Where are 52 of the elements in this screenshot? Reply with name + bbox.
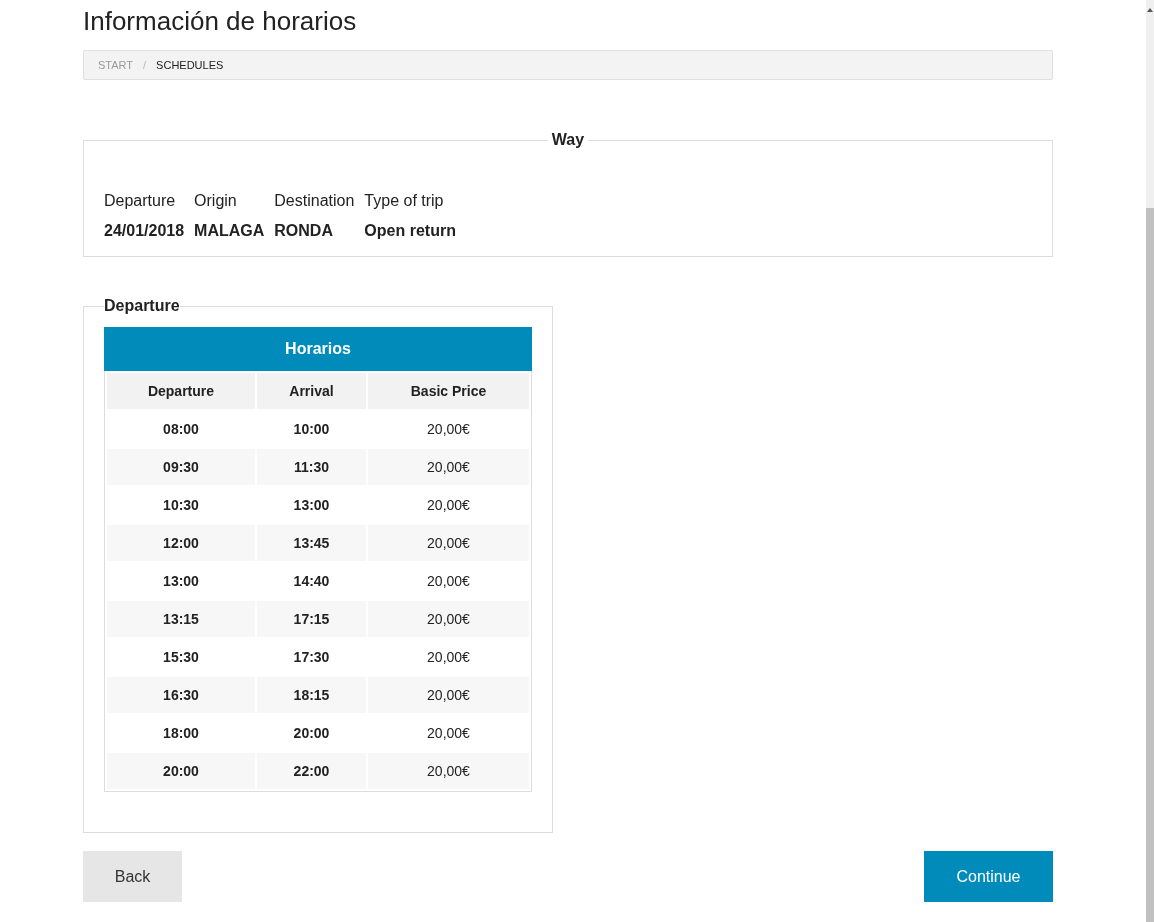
- table-cell: 12:00: [107, 525, 255, 561]
- table-cell-text: 17:30: [292, 648, 331, 667]
- table-cell-text: 08:00: [162, 420, 200, 439]
- column-header: Basic Price: [368, 373, 529, 409]
- table-cell-text: 13:00: [162, 572, 200, 591]
- field-value: 24/01/2018: [104, 222, 185, 240]
- continue-button[interactable]: Continue: [924, 851, 1053, 902]
- breadcrumb-current: SCHEDULES: [156, 59, 224, 71]
- table-cell: 20,00€: [368, 753, 529, 789]
- table-cell-text: 20,00€: [426, 420, 471, 439]
- table-cell-text: 14:40: [292, 572, 331, 591]
- field-value: Open return: [364, 222, 456, 240]
- table-cell-text: 10:30: [162, 496, 200, 515]
- column-header: Departure: [107, 373, 255, 409]
- table-cell-text: 20,00€: [426, 724, 471, 743]
- table-cell-text: 20,00€: [426, 496, 471, 515]
- panel-legend: Way: [547, 131, 589, 149]
- table-cell: 11:30: [257, 449, 366, 485]
- table-cell-text: 13:00: [292, 496, 331, 515]
- table-cell: 13:15: [107, 601, 255, 637]
- field-label: Origin: [194, 192, 238, 210]
- field-value: RONDA: [274, 222, 334, 240]
- back-button[interactable]: Back: [83, 851, 182, 902]
- field-label: Type of trip: [364, 192, 445, 210]
- table-cell: 13:45: [257, 525, 366, 561]
- table-cell: 20,00€: [368, 449, 529, 485]
- scrollbar-thumb[interactable]: [1146, 208, 1154, 922]
- table-cell-text: 20:00: [292, 724, 331, 743]
- field-label: Departure: [104, 192, 177, 210]
- table-cell: 20,00€: [368, 677, 529, 713]
- table-cell: 18:15: [257, 677, 366, 713]
- table-cell: 20,00€: [368, 525, 529, 561]
- breadcrumb-separator: /: [143, 59, 147, 71]
- table-cell: 20:00: [107, 753, 255, 789]
- column-header: Arrival: [257, 373, 366, 409]
- page-title: Información de horarios: [83, 6, 358, 37]
- table-cell: 22:00: [257, 753, 366, 789]
- panel-legend: Departure: [104, 297, 180, 315]
- table-cell: 20,00€: [368, 601, 529, 637]
- table-cell: 09:30: [107, 449, 255, 485]
- table-cell: 16:30: [107, 677, 255, 713]
- table-title: Horarios: [104, 327, 532, 371]
- table-cell-text: 15:30: [162, 648, 200, 667]
- table-cell-text: 20,00€: [426, 648, 471, 667]
- table-cell-text: 18:00: [162, 724, 200, 743]
- field-label: Destination: [274, 192, 355, 210]
- breadcrumb-link[interactable]: START: [98, 59, 134, 71]
- table-cell-text: 20,00€: [426, 572, 471, 591]
- scroll-up-icon[interactable]: [1147, 8, 1153, 12]
- table-cell-text: 10:00: [292, 420, 331, 439]
- field-value: MALAGA: [194, 222, 265, 240]
- table-cell: 17:15: [257, 601, 366, 637]
